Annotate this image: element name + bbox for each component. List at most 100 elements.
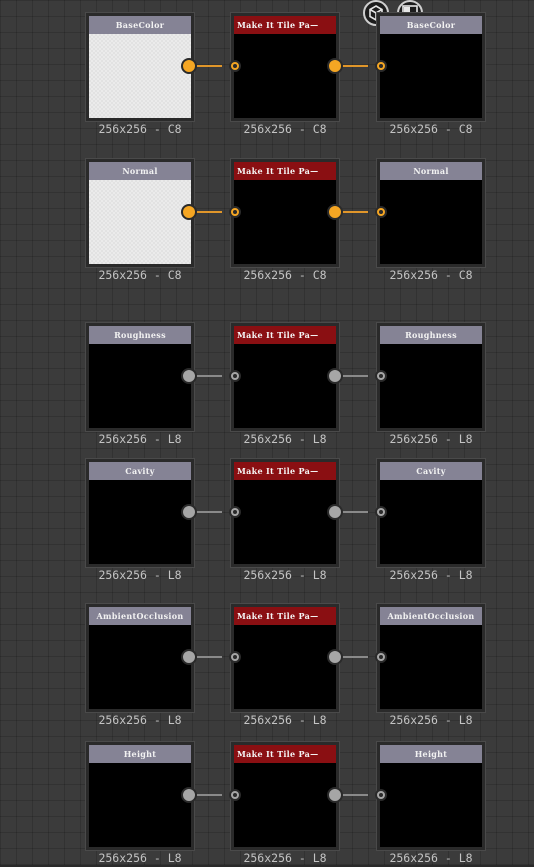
filter-node-ambientocclusion[interactable]: Make It Tile Pa— xyxy=(231,604,339,712)
output-port[interactable] xyxy=(327,649,343,665)
connection-wire xyxy=(196,211,222,213)
input-port[interactable] xyxy=(229,60,241,72)
output-port[interactable] xyxy=(181,504,197,520)
filter-node-roughness[interactable]: Make It Tile Pa— xyxy=(231,323,339,431)
filter-node-cavity[interactable]: Make It Tile Pa— xyxy=(231,459,339,567)
input-node-basecolor[interactable]: BaseColor xyxy=(86,13,194,121)
output-port[interactable] xyxy=(327,504,343,520)
input-node-normal[interactable]: Normal xyxy=(86,159,194,267)
node-resolution-label: 256x256 - C8 xyxy=(243,122,327,136)
connection-wire xyxy=(196,511,222,513)
connection-wire xyxy=(342,511,368,513)
output-node-title: Height xyxy=(380,745,482,763)
input-port[interactable] xyxy=(229,370,241,382)
output-node-ambientocclusion[interactable]: AmbientOcclusion xyxy=(377,604,485,712)
input-port[interactable] xyxy=(375,60,387,72)
connection-wire xyxy=(342,65,368,67)
output-port[interactable] xyxy=(181,204,197,220)
output-node-title: Cavity xyxy=(380,462,482,480)
node-preview-thumbnail xyxy=(89,625,191,709)
node-preview-thumbnail xyxy=(89,34,191,118)
input-node-ambientocclusion[interactable]: AmbientOcclusion xyxy=(86,604,194,712)
filter-node-title: Make It Tile Pa— xyxy=(234,745,336,763)
input-node-title: Cavity xyxy=(89,462,191,480)
output-node-normal[interactable]: Normal xyxy=(377,159,485,267)
output-node-basecolor[interactable]: BaseColor xyxy=(377,13,485,121)
node-resolution-label: 256x256 - L8 xyxy=(243,568,327,582)
filter-node-title: Make It Tile Pa— xyxy=(234,162,336,180)
output-port[interactable] xyxy=(181,787,197,803)
filter-node-title: Make It Tile Pa— xyxy=(234,462,336,480)
filter-node-height[interactable]: Make It Tile Pa— xyxy=(231,742,339,850)
node-resolution-label: 256x256 - L8 xyxy=(243,713,327,727)
output-port[interactable] xyxy=(327,58,343,74)
input-port[interactable] xyxy=(375,370,387,382)
node-resolution-label: 256x256 - C8 xyxy=(389,268,473,282)
connection-wire xyxy=(342,375,368,377)
connection-wire xyxy=(196,656,222,658)
node-preview-thumbnail xyxy=(380,480,482,564)
node-resolution-label: 256x256 - C8 xyxy=(389,122,473,136)
node-preview-thumbnail xyxy=(234,344,336,428)
node-resolution-label: 256x256 - L8 xyxy=(98,851,182,865)
input-port[interactable] xyxy=(375,789,387,801)
filter-node-normal[interactable]: Make It Tile Pa— xyxy=(231,159,339,267)
connection-wire xyxy=(342,794,368,796)
input-node-title: Height xyxy=(89,745,191,763)
node-preview-thumbnail xyxy=(234,480,336,564)
node-preview-thumbnail xyxy=(89,180,191,264)
output-port[interactable] xyxy=(181,58,197,74)
output-node-title: AmbientOcclusion xyxy=(380,607,482,625)
input-node-title: Roughness xyxy=(89,326,191,344)
node-resolution-label: 256x256 - C8 xyxy=(98,268,182,282)
node-resolution-label: 256x256 - L8 xyxy=(389,713,473,727)
output-port[interactable] xyxy=(327,368,343,384)
node-preview-thumbnail xyxy=(234,763,336,847)
connection-wire xyxy=(342,211,368,213)
input-port[interactable] xyxy=(375,206,387,218)
connection-wire xyxy=(196,65,222,67)
output-port[interactable] xyxy=(181,649,197,665)
input-port[interactable] xyxy=(229,789,241,801)
filter-node-title: Make It Tile Pa— xyxy=(234,607,336,625)
filter-node-basecolor[interactable]: Make It Tile Pa— xyxy=(231,13,339,121)
node-resolution-label: 256x256 - L8 xyxy=(389,568,473,582)
node-resolution-label: 256x256 - L8 xyxy=(243,851,327,865)
node-preview-thumbnail xyxy=(380,763,482,847)
node-resolution-label: 256x256 - C8 xyxy=(243,268,327,282)
output-port[interactable] xyxy=(327,787,343,803)
filter-node-title: Make It Tile Pa— xyxy=(234,16,336,34)
node-resolution-label: 256x256 - L8 xyxy=(98,568,182,582)
output-port[interactable] xyxy=(327,204,343,220)
node-preview-thumbnail xyxy=(380,34,482,118)
node-preview-thumbnail xyxy=(89,344,191,428)
input-node-title: AmbientOcclusion xyxy=(89,607,191,625)
node-preview-thumbnail xyxy=(380,625,482,709)
input-node-height[interactable]: Height xyxy=(86,742,194,850)
connection-wire xyxy=(196,375,222,377)
connection-wire xyxy=(196,794,222,796)
node-resolution-label: 256x256 - C8 xyxy=(98,122,182,136)
node-resolution-label: 256x256 - L8 xyxy=(389,432,473,446)
node-resolution-label: 256x256 - L8 xyxy=(243,432,327,446)
node-preview-thumbnail xyxy=(380,180,482,264)
output-port[interactable] xyxy=(181,368,197,384)
node-preview-thumbnail xyxy=(380,344,482,428)
output-node-title: BaseColor xyxy=(380,16,482,34)
node-preview-thumbnail xyxy=(89,763,191,847)
node-resolution-label: 256x256 - L8 xyxy=(98,713,182,727)
input-port[interactable] xyxy=(229,506,241,518)
input-node-cavity[interactable]: Cavity xyxy=(86,459,194,567)
node-preview-thumbnail xyxy=(89,480,191,564)
output-node-height[interactable]: Height xyxy=(377,742,485,850)
input-port[interactable] xyxy=(375,651,387,663)
output-node-cavity[interactable]: Cavity xyxy=(377,459,485,567)
filter-node-title: Make It Tile Pa— xyxy=(234,326,336,344)
node-resolution-label: 256x256 - L8 xyxy=(389,851,473,865)
input-node-roughness[interactable]: Roughness xyxy=(86,323,194,431)
output-node-roughness[interactable]: Roughness xyxy=(377,323,485,431)
input-port[interactable] xyxy=(375,506,387,518)
node-resolution-label: 256x256 - L8 xyxy=(98,432,182,446)
input-port[interactable] xyxy=(229,651,241,663)
input-port[interactable] xyxy=(229,206,241,218)
